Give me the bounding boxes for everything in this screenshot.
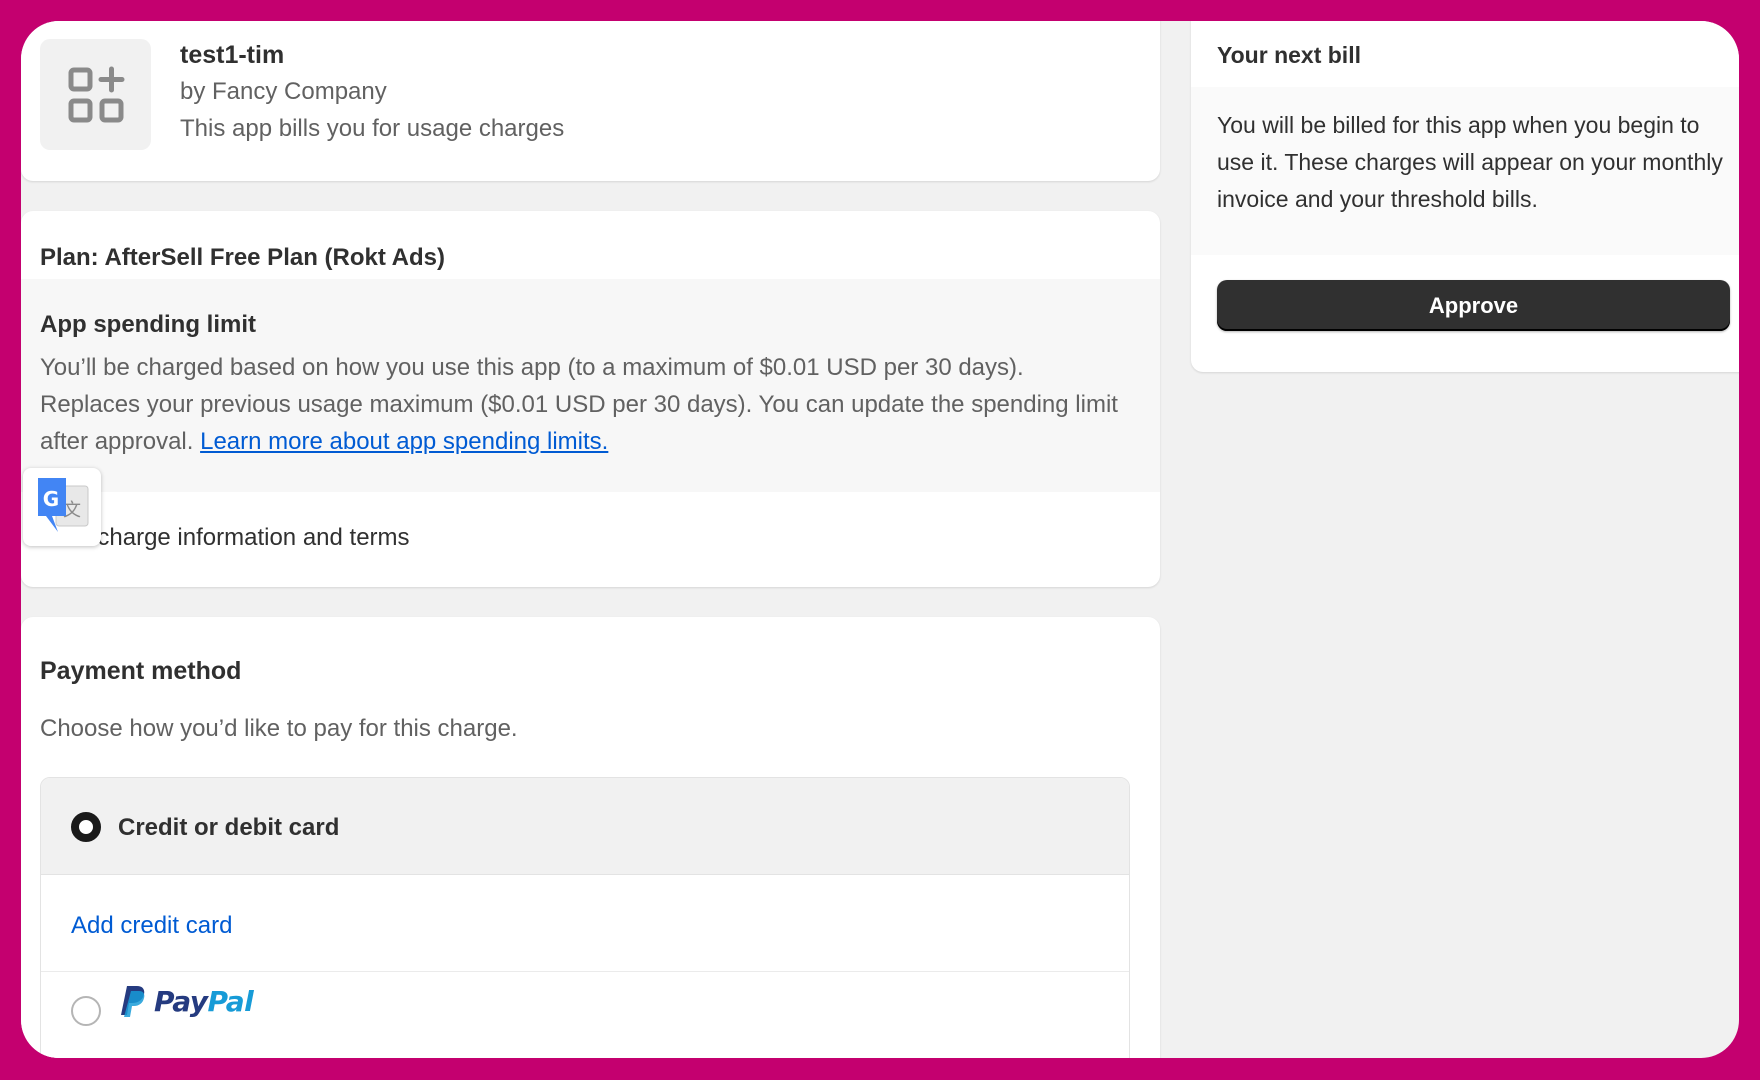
translate-widget-button[interactable]: 文 G [23, 468, 101, 546]
add-credit-card-link[interactable]: Add credit card [71, 912, 232, 940]
payment-method-card: Payment method Choose how you’d like to … [21, 617, 1160, 1058]
spending-limit-section: App spending limit You’ll be charged bas… [21, 279, 1160, 492]
plan-title: Plan: AfterSell Free Plan (Rokt Ads) [40, 244, 445, 271]
card-option-label: Credit or debit card [118, 814, 340, 841]
app-grid-plus-icon [68, 66, 124, 122]
app-name: test1-tim [180, 41, 285, 69]
paypal-p-icon [121, 986, 145, 1017]
approve-button[interactable]: Approve [1217, 280, 1730, 331]
app-billing-note: This app bills you for usage charges [180, 115, 565, 142]
payment-method-subtitle: Choose how you’d like to pay for this ch… [40, 715, 518, 742]
spending-limits-learn-more-link[interactable]: Learn more about app spending limits. [200, 428, 608, 455]
paypal-radio-button[interactable] [71, 996, 101, 1026]
add-card-row: Add credit card [41, 875, 1129, 972]
payment-method-title: Payment method [40, 657, 242, 685]
app-info-card: test1-tim by Fancy Company This app bill… [21, 21, 1160, 181]
app-developer: by Fancy Company [180, 78, 387, 105]
next-bill-body: You will be billed for this app when you… [1191, 87, 1739, 255]
payment-option-card[interactable]: Credit or debit card [41, 778, 1129, 875]
paypal-wordmark-pal: Pal [207, 984, 254, 1018]
payment-options: Credit or debit card Add credit card Pay… [40, 777, 1130, 1058]
app-icon [40, 39, 151, 150]
payment-option-paypal[interactable]: PayPal [41, 972, 1129, 1058]
google-translate-icon: 文 G [38, 478, 89, 532]
spending-limit-title: App spending limit [40, 311, 256, 338]
next-bill-title: Your next bill [1217, 42, 1361, 68]
card-radio-button[interactable] [71, 812, 101, 842]
next-bill-card: Your next bill You will be billed for th… [1191, 21, 1739, 372]
svg-text:G: G [43, 487, 59, 511]
paypal-wordmark-pay: Pay [154, 984, 208, 1018]
plan-card: Plan: AfterSell Free Plan (Rokt Ads) App… [21, 211, 1160, 587]
paypal-logo: PayPal [118, 984, 254, 1018]
app-frame: test1-tim by Fancy Company This app bill… [21, 21, 1739, 1058]
spending-limit-text: You’ll be charged based on how you use t… [40, 349, 1130, 460]
next-bill-text: You will be billed for this app when you… [1217, 112, 1723, 212]
paypal-wordmark: PayPal [154, 984, 254, 1018]
